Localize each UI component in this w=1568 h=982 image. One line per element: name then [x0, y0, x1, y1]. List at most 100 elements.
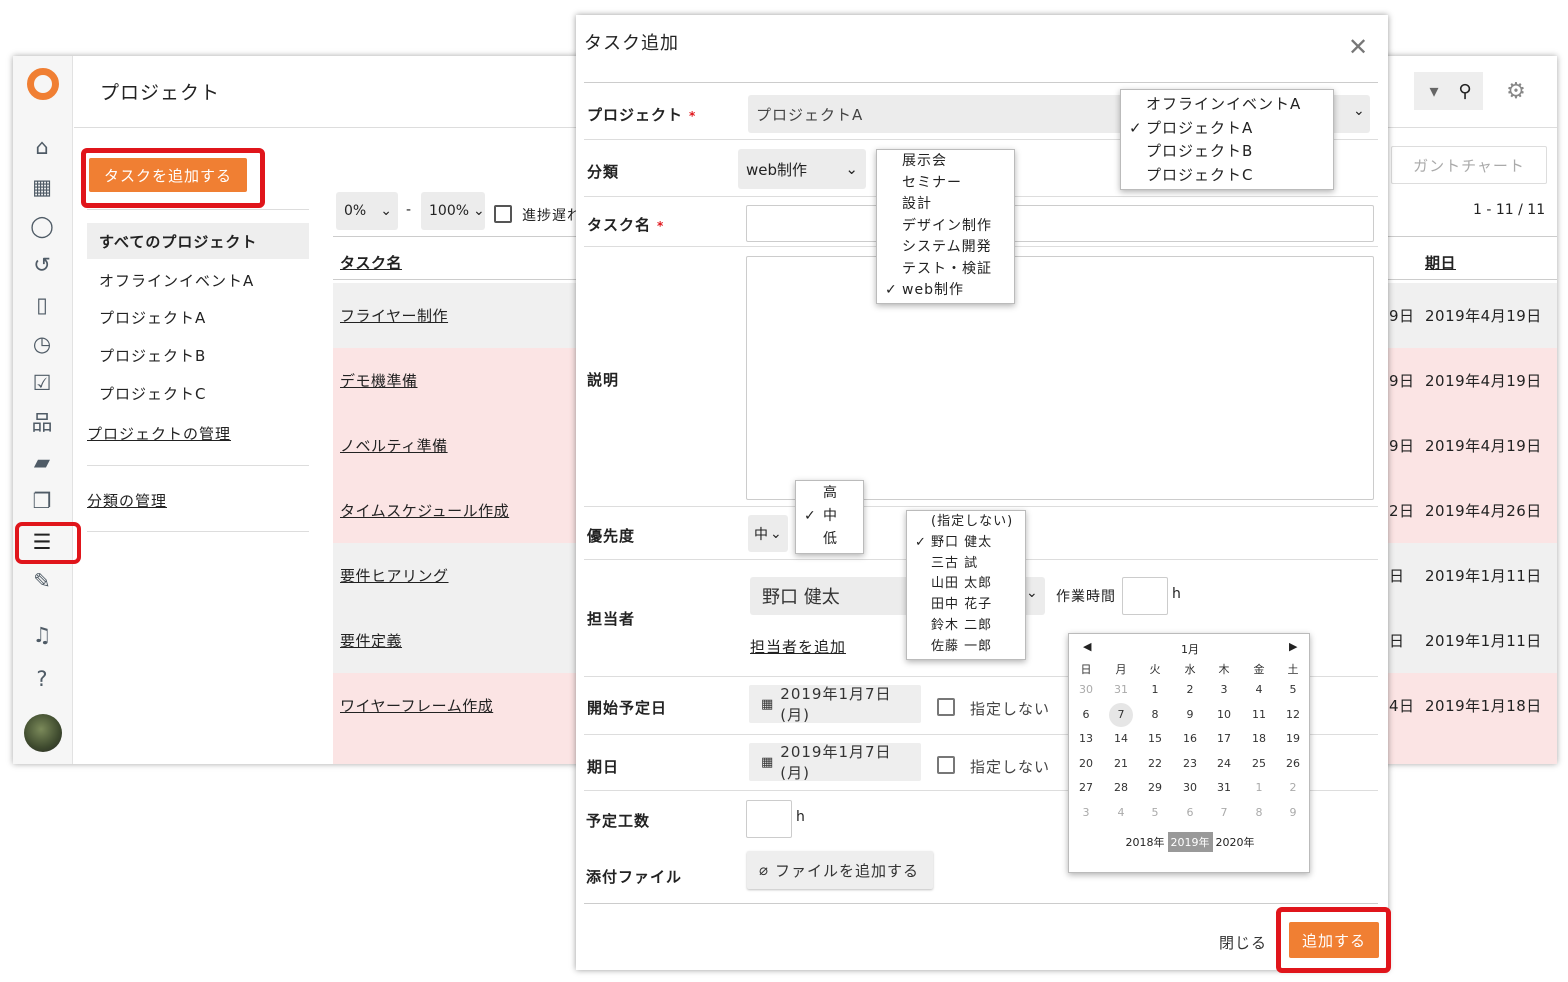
menu-item[interactable]: ✓ web制作 [877, 280, 1014, 302]
calendar-day[interactable]: 5 [1138, 801, 1172, 825]
bell-icon[interactable]: ♫ [27, 622, 57, 648]
calendar-day[interactable]: 30 [1173, 776, 1207, 800]
menu-item[interactable]: 三古 試 [907, 554, 1025, 575]
add-assignee-link[interactable]: 担当者を追加 [750, 636, 846, 657]
calendar-day[interactable]: 4 [1104, 801, 1138, 825]
calendar-day[interactable]: 2 [1173, 678, 1207, 702]
calendar-day[interactable]: 28 [1104, 776, 1138, 800]
year-option[interactable]: 2018年 [1123, 832, 1168, 852]
calendar-day[interactable]: 18 [1242, 727, 1276, 751]
year-option-selected[interactable]: 2019年 [1167, 832, 1213, 852]
calendar-day[interactable]: 10 [1207, 703, 1241, 727]
column-header-task[interactable]: タスク名 [340, 252, 402, 273]
clipboard-icon[interactable]: ▯ [27, 292, 57, 318]
calendar-day[interactable]: 29 [1138, 776, 1172, 800]
add-file-button[interactable]: ⌀ ファイルを追加する [747, 851, 933, 889]
manage-categories-link[interactable]: 分類の管理 [87, 490, 167, 511]
progress-from-select[interactable]: 0% ⌄ [336, 192, 398, 230]
menu-item[interactable]: ✓ 野口 健太 [907, 533, 1025, 554]
home-icon[interactable]: ⌂ [27, 134, 57, 160]
clock-icon[interactable]: ◷ [27, 331, 57, 357]
start-unspecified-checkbox[interactable] [937, 698, 955, 716]
calendar-day[interactable]: 23 [1173, 752, 1207, 776]
calendar-day[interactable]: 9 [1173, 703, 1207, 727]
calendar-day[interactable]: 8 [1242, 801, 1276, 825]
edit-icon[interactable]: ✎ [27, 568, 57, 594]
calendar-day[interactable]: 7 [1207, 801, 1241, 825]
calendar-day[interactable]: 31 [1104, 678, 1138, 702]
calendar-day[interactable]: 14 [1104, 727, 1138, 751]
menu-item[interactable]: ✓ プロジェクトA [1121, 117, 1333, 141]
progress-to-select[interactable]: 100% ⌄ [421, 192, 485, 230]
task-name-link[interactable]: ノベルティ準備 [340, 435, 448, 456]
calendar-day[interactable]: 11 [1242, 703, 1276, 727]
calendar-day[interactable]: 22 [1138, 752, 1172, 776]
description-textarea[interactable] [746, 256, 1374, 500]
search-icon[interactable]: ⚲ [1447, 72, 1483, 110]
calendar-day[interactable]: 13 [1069, 727, 1103, 751]
calendar-day[interactable]: 6 [1069, 703, 1103, 727]
menu-item[interactable]: 鈴木 二郎 [907, 616, 1025, 637]
menu-item[interactable]: 低 [796, 528, 863, 551]
gantt-chart-button[interactable]: ガントチャート [1391, 146, 1547, 184]
calendar-day[interactable]: 25 [1242, 752, 1276, 776]
menu-item[interactable]: 田中 花子 [907, 595, 1025, 616]
nav-project-item[interactable]: プロジェクトC [99, 383, 206, 404]
calendar-day[interactable]: 3 [1207, 678, 1241, 702]
org-chart-icon[interactable]: 品 [27, 410, 57, 436]
calendar-day[interactable]: 4 [1242, 678, 1276, 702]
menu-item[interactable]: (指定しない) [907, 512, 1025, 533]
calendar-day-selected[interactable]: 7 [1109, 702, 1133, 727]
task-name-link[interactable]: フライヤー制作 [340, 305, 448, 326]
calendar-day[interactable]: 1 [1242, 776, 1276, 800]
start-date-picker[interactable]: ▦ 2019年1月7日(月) [749, 685, 921, 724]
nav-all-projects[interactable]: すべてのプロジェクト [87, 223, 309, 259]
nav-project-item[interactable]: プロジェクトB [99, 345, 206, 366]
logo[interactable] [27, 68, 59, 100]
taskname-input[interactable] [746, 205, 1374, 242]
calendar-icon[interactable]: ▦ [27, 174, 57, 200]
close-button[interactable]: 閉じる [1219, 932, 1267, 953]
menu-item[interactable]: 設計 [877, 194, 1014, 216]
priority-select[interactable]: 中 ⌄ [748, 515, 788, 552]
nav-project-item[interactable]: プロジェクトA [99, 307, 206, 328]
folder-icon[interactable]: ▰ [27, 449, 57, 475]
menu-item[interactable]: セミナー [877, 173, 1014, 195]
calendar-day[interactable]: 9 [1276, 801, 1310, 825]
checkbox-icon[interactable]: ☑ [27, 370, 57, 396]
calendar-day[interactable]: 15 [1138, 727, 1172, 751]
history-icon[interactable]: ↺ [27, 252, 57, 278]
due-unspecified-checkbox[interactable] [937, 756, 955, 774]
calendar-day[interactable]: 5 [1276, 678, 1310, 702]
calendar-day[interactable]: 16 [1173, 727, 1207, 751]
calendar-day[interactable]: 1 [1138, 678, 1172, 702]
calendar-day[interactable]: 19 [1276, 727, 1310, 751]
gear-icon[interactable]: ⚙ [1498, 72, 1534, 110]
calendar-day[interactable]: 17 [1207, 727, 1241, 751]
copy-icon[interactable]: ❐ [27, 488, 57, 514]
delay-checkbox[interactable] [494, 205, 512, 223]
help-icon[interactable]: ? [27, 666, 57, 692]
menu-item[interactable]: 山田 太郎 [907, 574, 1025, 595]
avatar[interactable] [24, 714, 62, 752]
effort-input[interactable] [746, 800, 792, 838]
category-select[interactable]: web制作 ⌄ [738, 149, 866, 189]
menu-item[interactable]: 佐藤 一郎 [907, 637, 1025, 658]
calendar-day[interactable]: 2 [1276, 776, 1310, 800]
menu-item[interactable]: 高 [796, 482, 863, 505]
calendar-day[interactable]: 27 [1069, 776, 1103, 800]
nav-project-item[interactable]: オフラインイベントA [99, 270, 254, 291]
calendar-day[interactable]: 30 [1069, 678, 1103, 702]
task-name-link[interactable]: 要件定義 [340, 630, 402, 651]
task-name-link[interactable]: 要件ヒアリング [340, 565, 449, 586]
menu-item[interactable]: 展示会 [877, 151, 1014, 173]
calendar-day[interactable]: 8 [1138, 703, 1172, 727]
year-option[interactable]: 2020年 [1213, 832, 1258, 852]
calendar-day[interactable]: 3 [1069, 801, 1103, 825]
calendar-day[interactable]: 12 [1276, 703, 1310, 727]
task-name-link[interactable]: ワイヤーフレーム作成 [340, 695, 493, 716]
calendar-day[interactable]: 24 [1207, 752, 1241, 776]
menu-item[interactable]: ✓ 中 [796, 505, 863, 528]
calendar-day[interactable]: 21 [1104, 752, 1138, 776]
close-icon[interactable]: ✕ [1348, 33, 1368, 61]
